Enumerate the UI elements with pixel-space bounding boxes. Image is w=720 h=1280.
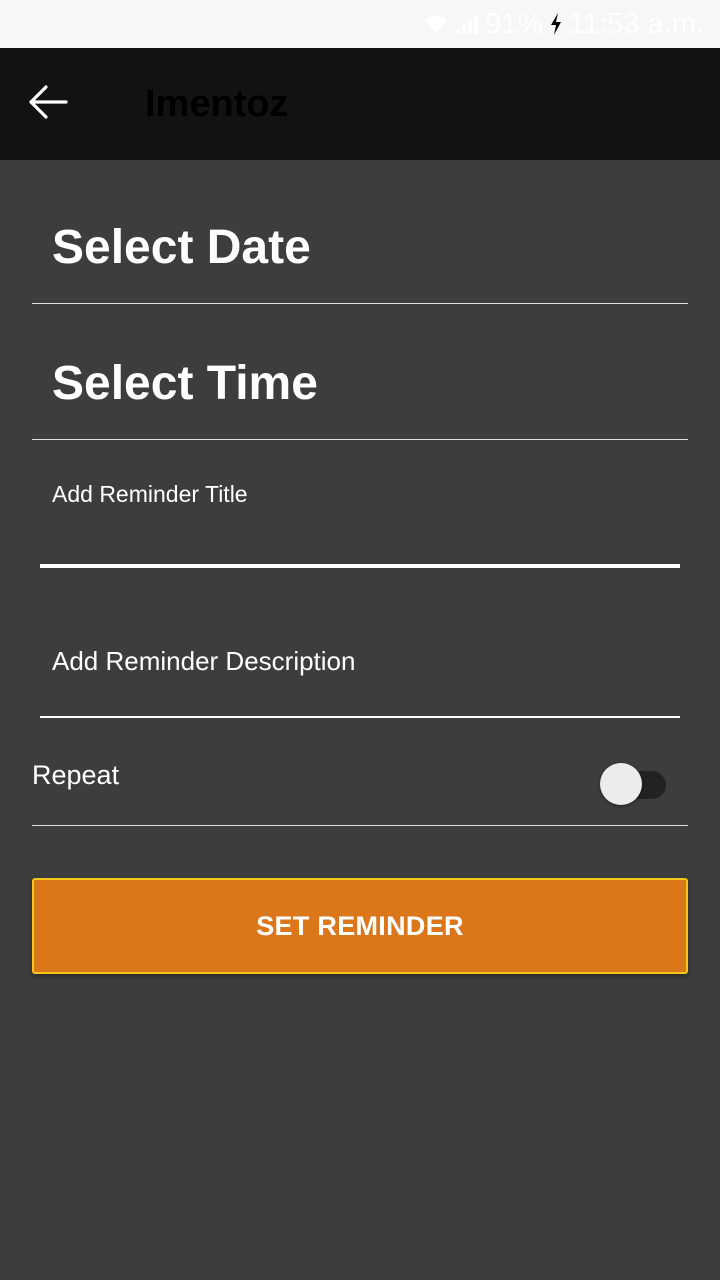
back-button[interactable] (20, 76, 76, 132)
select-date-row[interactable]: Select Date (32, 160, 688, 304)
wifi-icon (423, 13, 449, 35)
status-time: 11:53 a.m. (569, 7, 704, 40)
select-time-label[interactable]: Select Time (52, 356, 318, 412)
select-date-label[interactable]: Select Date (52, 220, 311, 276)
toggle-thumb (600, 763, 642, 805)
set-reminder-button[interactable]: SET REMINDER (32, 878, 688, 974)
description-underline (40, 716, 680, 718)
signal-icon (455, 13, 479, 35)
arrow-left-icon (28, 84, 68, 124)
battery-percentage: 91% (485, 7, 544, 40)
reminder-title-field[interactable] (40, 440, 680, 570)
app-bar: Imentoz (0, 48, 720, 160)
app-title: Imentoz (145, 83, 289, 125)
reminder-description-field[interactable] (40, 570, 680, 720)
battery-charging-icon (549, 12, 563, 36)
title-underline (40, 564, 680, 568)
repeat-row: Repeat (32, 750, 688, 826)
reminder-title-input[interactable] (52, 476, 672, 512)
repeat-label: Repeat (32, 760, 120, 790)
repeat-toggle[interactable] (600, 763, 668, 805)
select-time-row[interactable]: Select Time (32, 304, 688, 440)
status-bar: 91% 11:53 a.m. (0, 0, 720, 48)
reminder-description-input[interactable] (52, 642, 672, 680)
